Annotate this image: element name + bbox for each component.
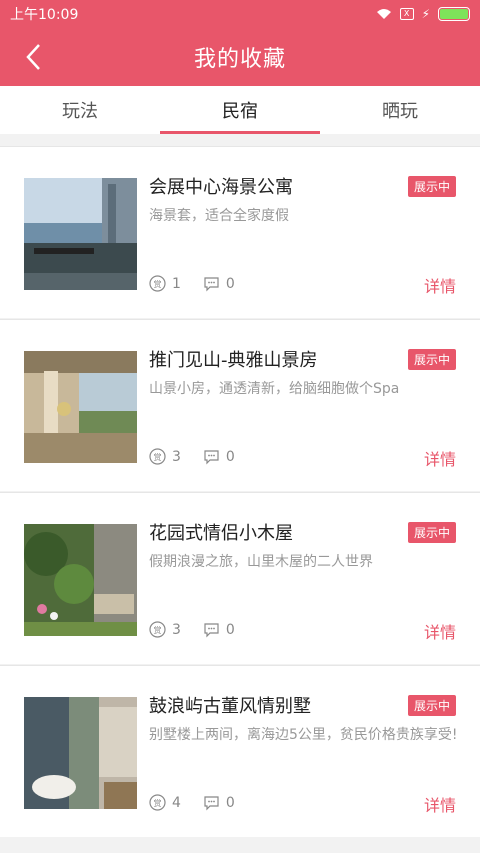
comment-icon xyxy=(204,450,219,465)
charging-icon: ⚡ xyxy=(421,7,430,21)
comment-icon xyxy=(204,796,219,811)
tab-gameplay[interactable]: 玩法 xyxy=(0,86,160,134)
status-bar: 上午10:09 X ⚡ xyxy=(0,0,480,28)
listing-photo xyxy=(24,697,137,809)
listing-stats: 赏 4 0 xyxy=(149,794,257,811)
like-count: 3 xyxy=(172,448,181,465)
status-badge: 展示中 xyxy=(407,522,456,543)
listing-description: 假期浪漫之旅，山里木屋的二人世界 xyxy=(149,554,373,570)
status-time: 上午10:09 xyxy=(10,7,79,23)
comment-count: 0 xyxy=(225,448,235,465)
svg-text:赏: 赏 xyxy=(154,625,162,635)
status-badge: 展示中 xyxy=(407,695,456,716)
listing-title: 会展中心海景公寓 xyxy=(149,177,293,198)
reward-icon: 赏 xyxy=(149,794,166,811)
listing-title: 鼓浪屿古董风情别墅 xyxy=(149,696,311,717)
sim-icon: X xyxy=(399,8,414,20)
tab-label: 晒玩 xyxy=(382,101,418,122)
status-badge: 展示中 xyxy=(407,349,456,370)
comment-count: 0 xyxy=(225,275,235,292)
listing-stats: 赏 3 0 xyxy=(149,448,257,465)
listing-description: 山景小房，通透清新，给脑细胞做个Spa xyxy=(149,381,400,397)
battery-icon xyxy=(438,7,470,21)
comment-count: 0 xyxy=(225,794,235,811)
like-count: 1 xyxy=(172,275,181,292)
favorites-list: 会展中心海景公寓 展示中 海景套，适合全家度假 赏 1 0 详情 推门见山-典雅… xyxy=(0,146,480,853)
listing-title: 花园式情侣小木屋 xyxy=(149,523,293,544)
tab-homestay[interactable]: 民宿 xyxy=(160,86,320,134)
like-stat[interactable]: 赏 3 xyxy=(149,448,181,465)
listing-photo xyxy=(24,178,137,290)
reward-icon: 赏 xyxy=(149,621,166,638)
tab-label: 玩法 xyxy=(62,101,98,122)
like-stat[interactable]: 赏 1 xyxy=(149,275,181,292)
back-arrow-icon xyxy=(26,44,40,70)
detail-link[interactable]: 详情 xyxy=(424,446,456,470)
like-stat[interactable]: 赏 3 xyxy=(149,621,181,638)
listing-description: 别墅楼上两间，离海边5公里，贫民价格贵族享受! xyxy=(149,727,458,743)
listing-photo xyxy=(24,524,137,636)
comment-icon xyxy=(204,277,219,292)
svg-text:赏: 赏 xyxy=(154,279,162,289)
status-icons: X ⚡ xyxy=(376,7,470,21)
detail-link[interactable]: 详情 xyxy=(424,619,456,643)
listing-description: 海景套，适合全家度假 xyxy=(149,208,289,224)
tab-share[interactable]: 晒玩 xyxy=(320,86,480,134)
wifi-icon xyxy=(376,8,392,20)
nav-header: 我的收藏 xyxy=(0,28,480,86)
comment-stat[interactable]: 0 xyxy=(203,275,235,292)
reward-icon: 赏 xyxy=(149,448,166,465)
listing-photo xyxy=(24,351,137,463)
listing-title: 推门见山-典雅山景房 xyxy=(149,350,318,371)
comment-count: 0 xyxy=(225,621,235,638)
comment-icon xyxy=(204,623,219,638)
back-button[interactable] xyxy=(18,40,48,74)
tab-bar: 玩法 民宿 晒玩 xyxy=(0,86,480,134)
like-count: 3 xyxy=(172,621,181,638)
comment-stat[interactable]: 0 xyxy=(203,621,235,638)
listing-stats: 赏 3 0 xyxy=(149,621,257,638)
comment-stat[interactable]: 0 xyxy=(203,794,235,811)
list-item[interactable]: 推门见山-典雅山景房 展示中 山景小房，通透清新，给脑细胞做个Spa 赏 3 0… xyxy=(0,319,480,491)
tab-label: 民宿 xyxy=(222,101,258,122)
svg-text:赏: 赏 xyxy=(154,452,162,462)
like-stat[interactable]: 赏 4 xyxy=(149,794,181,811)
list-item[interactable]: 会展中心海景公寓 展示中 海景套，适合全家度假 赏 1 0 详情 xyxy=(0,146,480,318)
listing-stats: 赏 1 0 xyxy=(149,275,257,292)
list-item[interactable]: 鼓浪屿古董风情别墅 展示中 别墅楼上两间，离海边5公里，贫民价格贵族享受! 赏 … xyxy=(0,665,480,837)
status-badge: 展示中 xyxy=(407,176,456,197)
list-item[interactable]: 花园式情侣小木屋 展示中 假期浪漫之旅，山里木屋的二人世界 赏 3 0 详情 xyxy=(0,492,480,664)
detail-link[interactable]: 详情 xyxy=(424,273,456,297)
like-count: 4 xyxy=(172,794,181,811)
page-title: 我的收藏 xyxy=(193,47,286,72)
comment-stat[interactable]: 0 xyxy=(203,448,235,465)
reward-icon: 赏 xyxy=(149,275,166,292)
detail-link[interactable]: 详情 xyxy=(424,792,456,816)
svg-text:赏: 赏 xyxy=(154,798,162,808)
